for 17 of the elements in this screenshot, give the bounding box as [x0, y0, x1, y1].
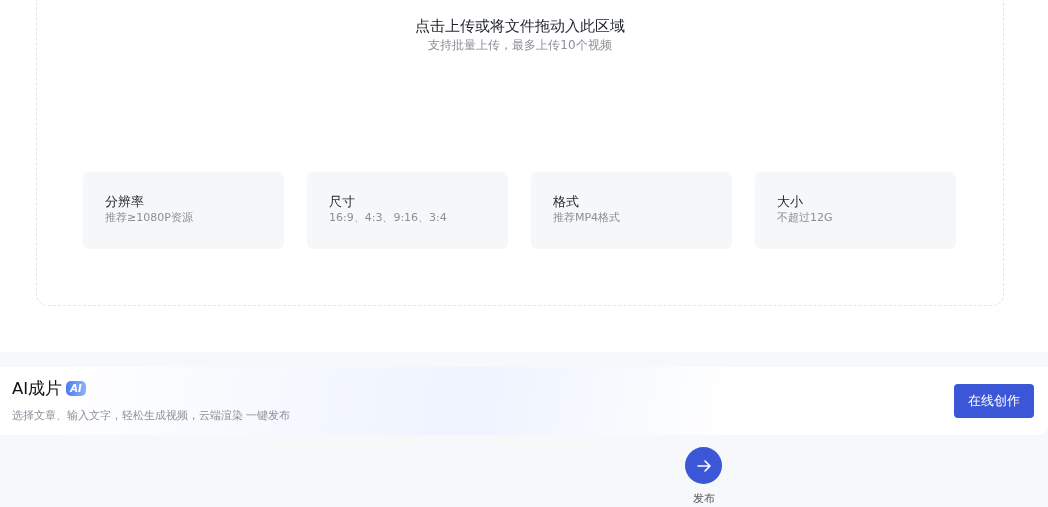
section-title: AI成片 — [12, 377, 63, 400]
upload-title: 点击上传或将文件拖动入此区域 — [415, 16, 625, 36]
spec-value: 推荐≥1080P资源 — [105, 210, 194, 226]
arrow-right-icon — [696, 459, 711, 472]
create-online-button[interactable]: 在线创作 — [954, 384, 1034, 418]
spec-label: 大小 — [777, 194, 804, 210]
ai-badge: AI — [66, 381, 86, 397]
publish-label: 发布 — [692, 491, 715, 506]
section-description: 选择文章、输入文字，轻松生成视频，云端渲染 一键发布 — [12, 407, 291, 424]
spec-value: 16:9、4:3、9:16、3:4 — [329, 210, 448, 226]
spec-label: 格式 — [553, 194, 580, 210]
spec-label: 分辨率 — [105, 194, 145, 210]
spec-value: 不超过12G — [777, 210, 834, 226]
spec-label: 尺寸 — [329, 194, 356, 210]
publish-button[interactable] — [685, 447, 722, 484]
spec-value: 推荐MP4格式 — [553, 210, 622, 226]
upload-hint: 支持批量上传，最多上传10个视频 — [428, 37, 612, 54]
